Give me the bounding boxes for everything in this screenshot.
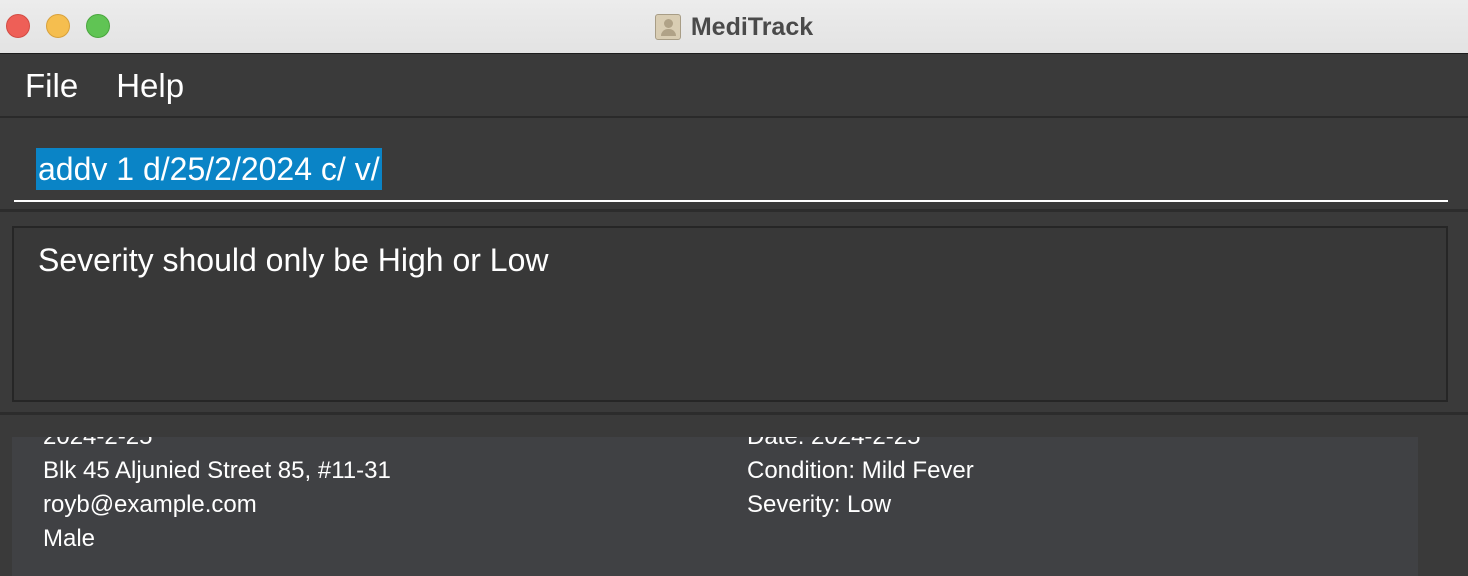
menu-file[interactable]: File	[25, 67, 78, 105]
result-display: Severity should only be High or Low	[12, 226, 1448, 402]
person-card[interactable]: 2024-2-25 Blk 45 Aljunied Street 85, #11…	[12, 437, 1418, 576]
command-text-selected[interactable]: addv 1 d/25/2/2024 c/ v/	[36, 148, 382, 190]
person-date-partial: 2024-2-25	[43, 437, 391, 454]
person-email: royb@example.com	[43, 491, 257, 518]
window-title: MediTrack	[690, 12, 814, 41]
person-list-panel[interactable]: 2024-2-25 Blk 45 Aljunied Street 85, #11…	[0, 412, 1468, 576]
app-window: MediTrack File Help addv 1 d/25/2/2024 c…	[0, 0, 1468, 576]
command-input[interactable]: addv 1 d/25/2/2024 c/ v/	[14, 140, 1448, 202]
visit-severity: Severity: Low	[747, 491, 892, 518]
address-book-icon	[654, 14, 681, 40]
person-details: 2024-2-25 Blk 45 Aljunied Street 85, #11…	[43, 437, 391, 556]
title-group: MediTrack	[0, 0, 1468, 54]
visit-condition: Condition: Mild Fever	[747, 457, 974, 484]
visit-details: Date: 2024-2-25 Condition: Mild Fever Se…	[747, 437, 974, 522]
result-message: Severity should only be High or Low	[38, 242, 549, 278]
person-gender: Male	[43, 525, 96, 552]
menu-bar: File Help	[0, 55, 1468, 118]
visit-date-partial: Date: 2024-2-25	[747, 437, 974, 454]
title-bar[interactable]: MediTrack	[0, 0, 1468, 54]
menu-help[interactable]: Help	[116, 67, 184, 105]
command-box-container: addv 1 d/25/2/2024 c/ v/	[0, 120, 1468, 212]
person-address: Blk 45 Aljunied Street 85, #11-31	[43, 457, 391, 484]
